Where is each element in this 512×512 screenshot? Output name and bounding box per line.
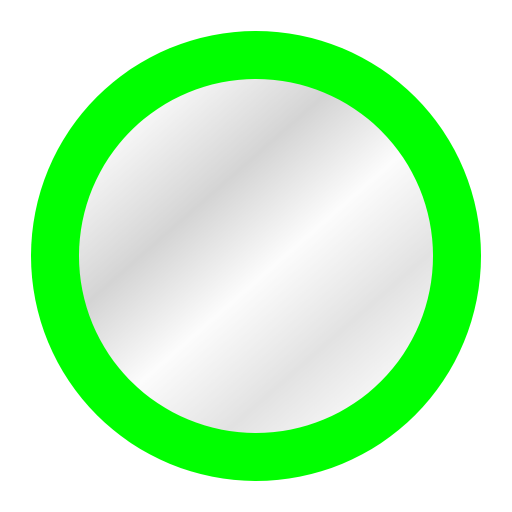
circle-ring-icon xyxy=(31,31,481,481)
icon-canvas xyxy=(0,0,512,512)
inner-disc xyxy=(79,79,433,433)
